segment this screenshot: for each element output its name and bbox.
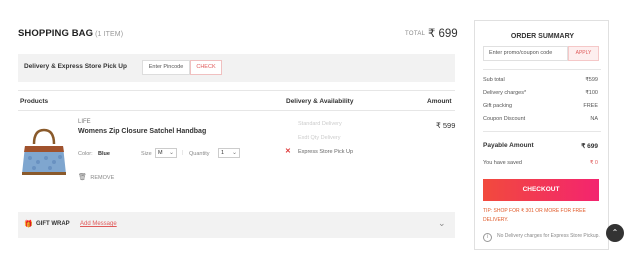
product-name[interactable]: Womens Zip Closure Satchel Handbag [78,128,206,135]
payable-label: Payable Amount [483,142,534,149]
delivery-standard: Standard Delivery [298,121,342,127]
delivery-info-text: No Delivery charges for Express Store Pi… [497,233,600,239]
quantity-value: 1 [221,150,225,156]
delivery-charges-value: ₹100 [585,90,598,96]
separator: | [182,150,184,156]
size-value: M [158,150,163,156]
size-label: Size [141,151,152,157]
gift-wrap-bar[interactable]: 🎁 GIFT WRAP Add Message ⌄ [18,212,455,238]
product-image[interactable] [20,126,68,178]
subtotal-value: ₹599 [585,77,598,83]
gift-packing-value: FREE [583,103,598,109]
coupon-discount-value: NA [590,116,598,122]
item-price: ₹ 599 [436,121,456,130]
chevron-down-icon: ⌄ [168,150,174,156]
pincode-input[interactable]: Enter Pincode [142,60,190,75]
summary-title: ORDER SUMMARY [510,33,575,40]
gift-packing-label: Gift packing [483,103,513,109]
total-value: ₹ 699 [428,28,458,40]
col-delivery: Delivery & Availability [286,98,354,105]
item-count: (1 ITEM) [95,31,124,38]
apply-button[interactable]: APPLY [568,46,599,61]
chevron-up-icon: ⌃ [611,228,619,237]
chevron-down-icon[interactable]: ⌄ [438,218,446,229]
product-brand: LIFE [78,119,91,125]
payable-value: ₹ 699 [581,143,598,150]
promo-input[interactable]: Enter promo/coupon code [483,46,568,61]
scroll-to-top-button[interactable]: ⌃ [606,224,624,242]
checkout-button[interactable]: CHECKOUT [483,179,599,201]
saved-label: You have saved [483,160,522,166]
free-delivery-tip: TIP: SHOP FOR ₹ 301 OR MORE FOR FREE DEL… [483,208,586,223]
delivery-store-pickup: Express Store Pick Up [298,149,354,155]
col-products: Products [20,98,49,105]
size-select[interactable]: M ⌄ [155,148,177,158]
divider [18,90,455,91]
quantity-select[interactable]: 1 ⌄ [218,148,240,158]
subtotal-label: Sub total [483,77,505,83]
delivery-charges-label: Delivery charges* [483,90,527,96]
delivery-express: Exdt Qty Delivery [298,135,341,141]
trash-icon: 🗑 [78,174,87,181]
gift-wrap-label: GIFT WRAP [36,221,70,227]
divider [483,131,601,132]
total-label: TOTAL [405,31,426,37]
col-amount: Amount [427,98,452,105]
page-title-text: SHOPPING BAG [18,28,94,39]
coupon-discount-label: Coupon Discount [483,116,526,122]
color-label: Color: [78,151,93,157]
page-title: SHOPPING BAG (1 ITEM) [18,28,123,39]
chevron-down-icon: ⌄ [231,150,237,156]
order-summary: ORDER SUMMARY Enter promo/coupon code AP… [474,20,609,250]
pincode-bar: Delivery & Express Store Pick Up Enter P… [18,54,455,82]
pincode-label: Delivery & Express Store Pick Up [24,63,127,70]
divider [483,69,601,70]
check-button[interactable]: CHECK [190,60,222,75]
remove-button[interactable]: 🗑 REMOVE [78,173,114,181]
cross-icon: ✕ [285,148,291,155]
saved-value: ₹ 0 [589,160,598,166]
info-icon: i [483,233,492,242]
gift-icon: 🎁 [24,221,33,228]
quantity-label: Quantity [189,151,210,157]
color-value: Blue [98,151,110,157]
remove-label: REMOVE [90,175,115,181]
add-message-link[interactable]: Add Message [80,221,117,227]
divider [18,110,455,111]
